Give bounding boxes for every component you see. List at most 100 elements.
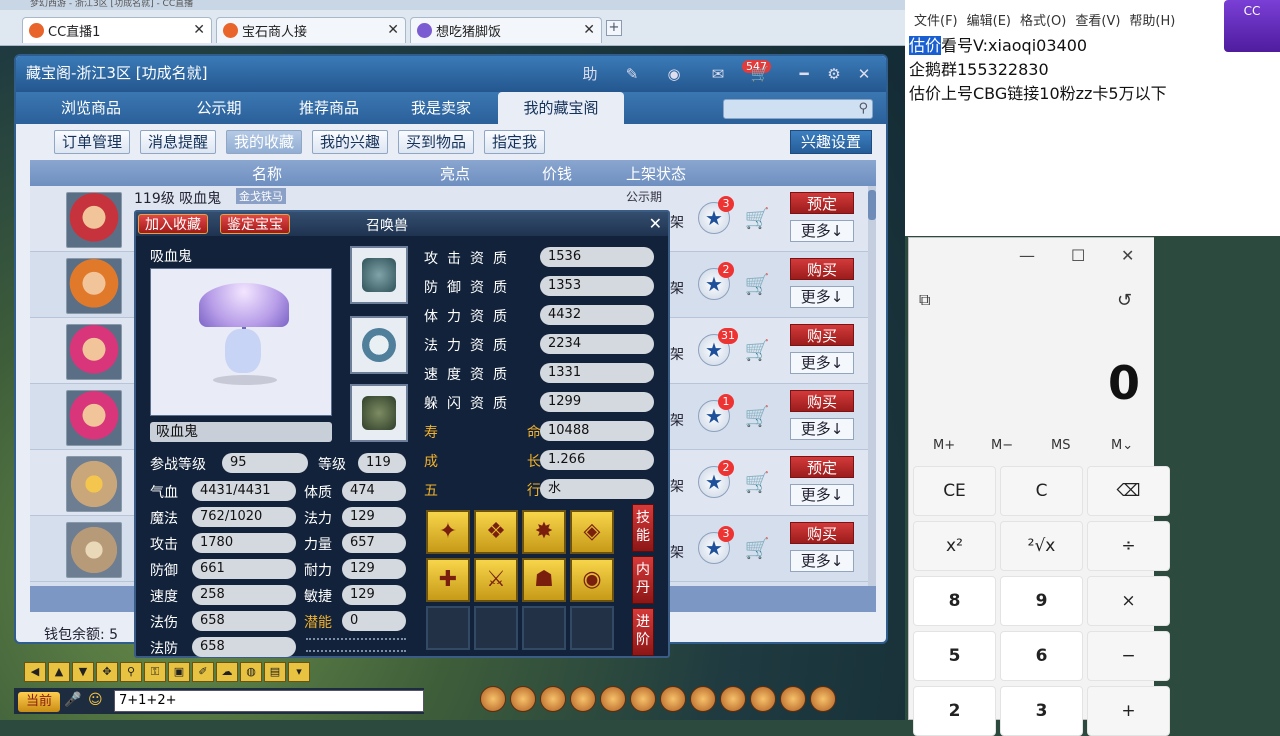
calc-key[interactable]: 6 <box>1000 631 1083 681</box>
tab-advance[interactable]: 进阶 <box>632 608 654 656</box>
help-button[interactable]: 助 <box>578 62 602 86</box>
skill-icon[interactable]: ◉ <box>570 558 614 602</box>
interest-settings-button[interactable]: 兴趣设置 <box>790 130 873 154</box>
tab-skills[interactable]: 技能 <box>632 504 654 552</box>
peach-icon[interactable] <box>720 686 746 712</box>
calc-key[interactable]: × <box>1087 576 1170 626</box>
cart-icon[interactable]: 🛒 <box>742 270 772 298</box>
nav-browse[interactable]: 浏览商品 <box>36 92 146 124</box>
emoji-icon[interactable]: ☺ <box>88 692 103 708</box>
settings-icon[interactable]: ◉ <box>662 62 686 86</box>
cart-icon[interactable]: 🛒 <box>742 204 772 232</box>
bag-icon[interactable] <box>480 686 506 712</box>
bag-icon[interactable]: ▣ <box>168 662 190 682</box>
close-icon[interactable]: ✕ <box>1121 246 1134 265</box>
message-button[interactable]: 消息提醒 <box>140 130 217 154</box>
equipment-slot[interactable] <box>350 316 408 374</box>
buy-button[interactable]: 购买 <box>790 258 854 280</box>
arrow-left-icon[interactable]: ◀ <box>24 662 46 682</box>
reserve-button[interactable]: 预定 <box>790 192 854 214</box>
new-tab-button[interactable]: + <box>606 20 622 36</box>
menu-edit[interactable]: 编辑(E) <box>967 10 1011 32</box>
map-icon[interactable] <box>660 686 686 712</box>
menu-view[interactable]: 查看(V) <box>1075 10 1120 32</box>
scrollbar-thumb[interactable] <box>868 190 876 220</box>
close-icon[interactable]: ✕ <box>583 22 595 38</box>
cart-icon[interactable]: 🛒 <box>742 468 772 496</box>
memory-add-button[interactable]: M+ <box>933 438 955 453</box>
move-icon[interactable]: ✥ <box>96 662 118 682</box>
close-icon[interactable]: ✕ <box>852 62 876 86</box>
book-icon[interactable]: ▤ <box>264 662 286 682</box>
more-button[interactable]: 更多↓ <box>790 220 854 242</box>
tab-cc-live[interactable]: CC直播1 ✕ <box>22 17 212 43</box>
tab-inner-core[interactable]: 内丹 <box>632 556 654 604</box>
order-manage-button[interactable]: 订单管理 <box>54 130 131 154</box>
skill-icon[interactable]: ✚ <box>426 558 470 602</box>
bubble-icon[interactable]: ◍ <box>240 662 262 682</box>
chat-input[interactable]: 7+1+2+ <box>114 690 424 712</box>
calc-key[interactable]: C <box>1000 466 1083 516</box>
close-icon[interactable]: ✕ <box>387 22 399 38</box>
calc-key[interactable]: ²√x <box>1000 521 1083 571</box>
triangle-down-icon[interactable]: ▾ <box>288 662 310 682</box>
close-icon[interactable]: ✕ <box>649 214 662 233</box>
calc-key[interactable]: + <box>1087 686 1170 736</box>
add-favorite-button[interactable]: 加入收藏 <box>138 214 208 234</box>
tab-pork-rice[interactable]: 想吃猪脚饭 ✕ <box>410 17 602 43</box>
bought-button[interactable]: 买到物品 <box>398 130 475 154</box>
skill-icon[interactable]: ❖ <box>474 510 518 554</box>
memory-store-button[interactable]: MS <box>1051 438 1070 453</box>
shop-icon[interactable] <box>750 686 776 712</box>
arrow-up-icon[interactable]: ▲ <box>48 662 70 682</box>
minimize-icon[interactable]: ━ <box>792 62 816 86</box>
chat-channel-button[interactable]: 当前 <box>18 692 60 712</box>
nav-my-cbg[interactable]: 我的藏宝阁 <box>498 92 624 124</box>
buy-button[interactable]: 购买 <box>790 522 854 544</box>
microphone-icon[interactable]: 🎤 <box>64 692 81 708</box>
calc-key[interactable]: 9 <box>1000 576 1083 626</box>
table-scrollbar[interactable] <box>868 186 876 586</box>
search-icon[interactable]: ⚲ <box>858 101 868 116</box>
mail-icon[interactable] <box>690 686 716 712</box>
menu-format[interactable]: 格式(O) <box>1020 10 1066 32</box>
mail-icon[interactable]: ✉ <box>706 62 730 86</box>
more-button[interactable]: 更多↓ <box>790 352 854 374</box>
memory-list-button[interactable]: M⌄ <box>1111 438 1133 453</box>
more-button[interactable]: 更多↓ <box>790 550 854 572</box>
calc-key[interactable]: − <box>1087 631 1170 681</box>
nav-recommend[interactable]: 推荐商品 <box>274 92 384 124</box>
skill-icon[interactable]: ✸ <box>522 510 566 554</box>
broom-icon[interactable]: ✐ <box>192 662 214 682</box>
calc-key[interactable]: 8 <box>913 576 996 626</box>
equipment-slot[interactable] <box>350 246 408 304</box>
assigned-button[interactable]: 指定我 <box>484 130 546 154</box>
smile-icon[interactable] <box>780 686 806 712</box>
my-interest-button[interactable]: 我的兴趣 <box>312 130 389 154</box>
skill-icon[interactable]: ✦ <box>426 510 470 554</box>
gear-icon[interactable]: ⚙ <box>822 62 846 86</box>
chat-icon[interactable]: ☁ <box>216 662 238 682</box>
system-icon[interactable] <box>810 686 836 712</box>
buy-button[interactable]: 购买 <box>790 390 854 412</box>
calc-key[interactable]: 5 <box>913 631 996 681</box>
menu-file[interactable]: 文件(F) <box>914 10 958 32</box>
close-icon[interactable]: ✕ <box>193 22 205 38</box>
mission-icon[interactable] <box>600 686 626 712</box>
appraise-pet-button[interactable]: 鉴定宝宝 <box>220 214 290 234</box>
nav-seller[interactable]: 我是卖家 <box>386 92 496 124</box>
gift-icon[interactable] <box>510 686 536 712</box>
menu-help[interactable]: 帮助(H) <box>1129 10 1175 32</box>
pin-icon[interactable]: ✎ <box>620 62 644 86</box>
cart-icon[interactable]: 🛒 <box>742 336 772 364</box>
maximize-icon[interactable]: ☐ <box>1071 246 1085 265</box>
calc-key[interactable]: ⌫ <box>1087 466 1170 516</box>
nav-public[interactable]: 公示期 <box>164 92 274 124</box>
calc-key[interactable]: CE <box>913 466 996 516</box>
arrow-down-icon[interactable]: ▼ <box>72 662 94 682</box>
calc-key[interactable]: 2 <box>913 686 996 736</box>
memory-subtract-button[interactable]: M− <box>991 438 1013 453</box>
search-icon[interactable]: ⚲ <box>120 662 142 682</box>
guild-icon[interactable] <box>630 686 656 712</box>
calc-key[interactable]: ÷ <box>1087 521 1170 571</box>
